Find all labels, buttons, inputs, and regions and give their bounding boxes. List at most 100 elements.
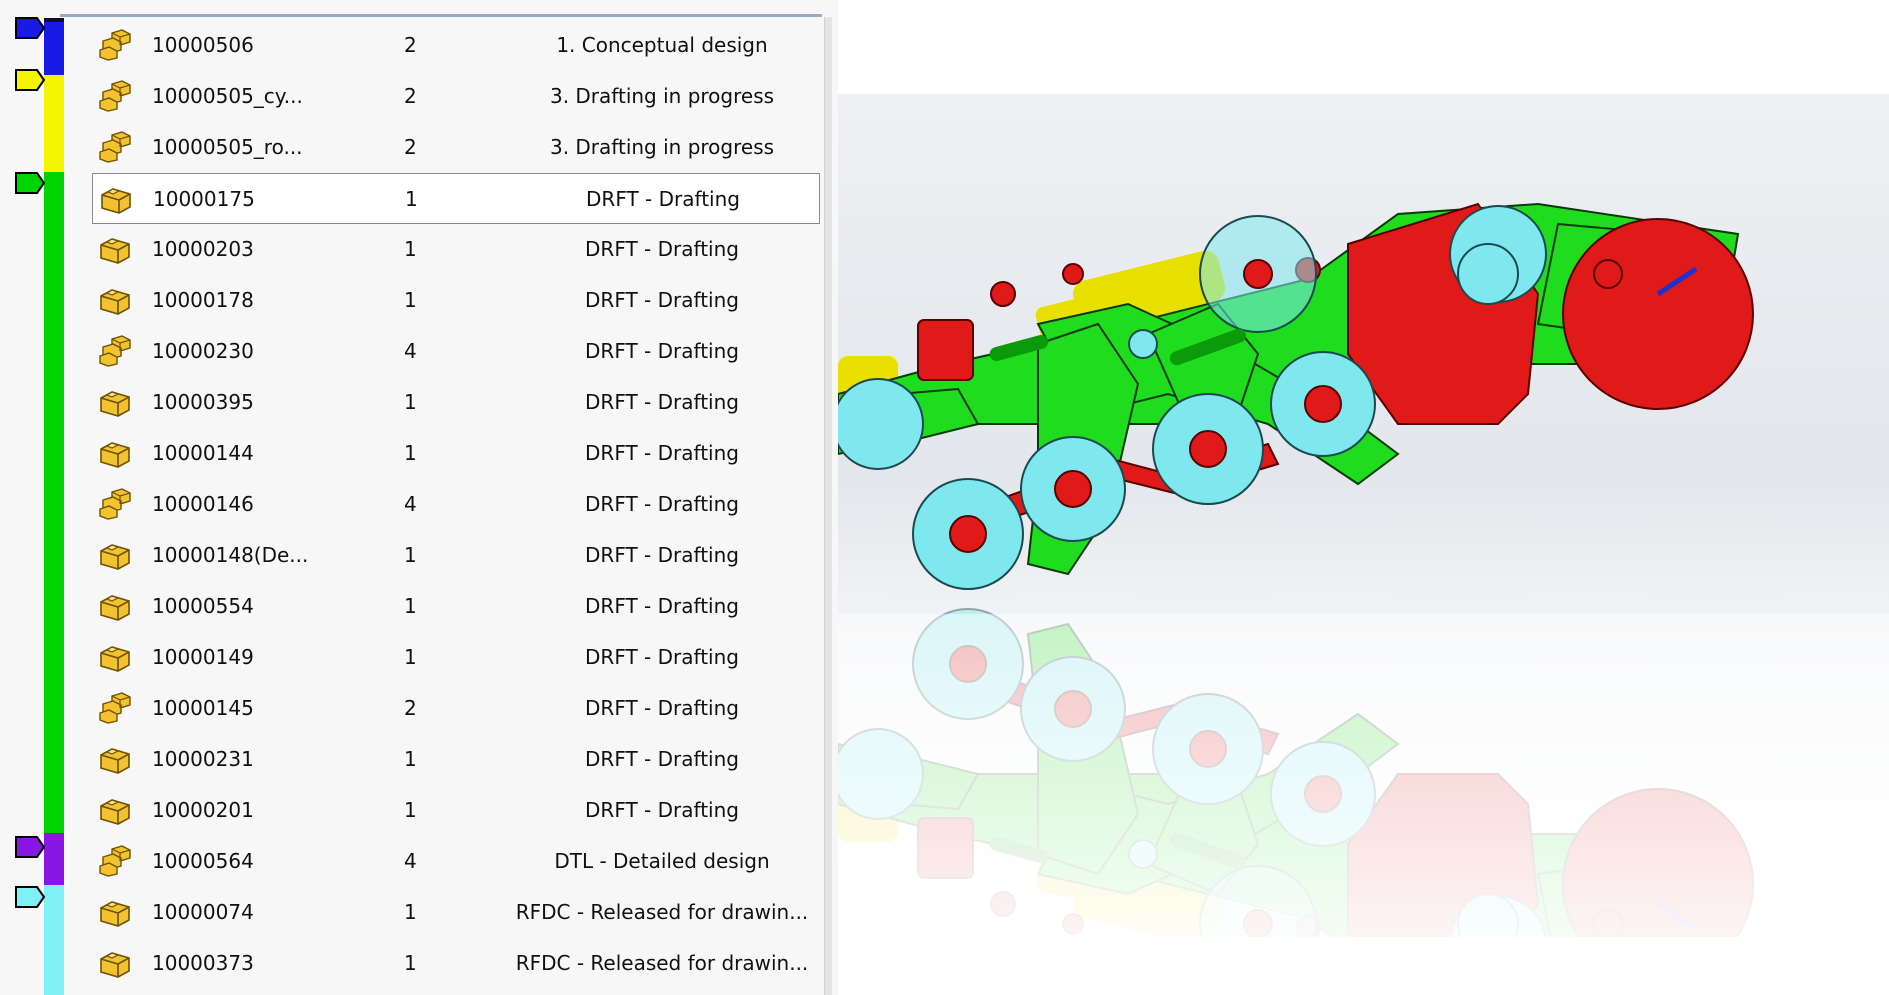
assembly-icon: [98, 845, 132, 877]
file-name: 10000145: [152, 696, 254, 720]
file-quantity: 1: [404, 543, 417, 567]
assembly-icon: [98, 131, 132, 163]
part-icon: [98, 896, 132, 928]
file-row[interactable]: 10000146 4 DRFT - Drafting: [92, 479, 820, 530]
assembly-icon: [98, 692, 132, 724]
conceptual-state-flag-icon[interactable]: [15, 17, 45, 39]
part-icon: [98, 590, 132, 622]
file-row[interactable]: 10000231 1 DRFT - Drafting: [92, 734, 820, 785]
assembly-icon: [98, 29, 132, 61]
part-icon: [99, 183, 133, 215]
mechanism-assembly: [838, 202, 1754, 590]
file-row[interactable]: 10000506 2 1. Conceptual design: [92, 20, 820, 71]
file-name: 10000505_cy...: [152, 84, 303, 108]
file-quantity: 2: [404, 33, 417, 57]
file-quantity: 1: [404, 237, 417, 261]
workflow-state: DRFT - Drafting: [585, 237, 739, 261]
file-name: 10000146: [152, 492, 254, 516]
file-name: 10000231: [152, 747, 254, 771]
file-quantity: 1: [404, 798, 417, 822]
detailed-state-flag-icon[interactable]: [15, 836, 45, 858]
part-icon: [98, 794, 132, 826]
drafting-state-flag-icon[interactable]: [15, 172, 45, 194]
file-row[interactable]: 10000203 1 DRFT - Drafting: [92, 224, 820, 275]
part-icon: [98, 437, 132, 469]
file-name: 10000230: [152, 339, 254, 363]
file-row[interactable]: 10000178 1 DRFT - Drafting: [92, 275, 820, 326]
workflow-state: RFDC - Released for drawin...: [515, 900, 809, 924]
released-state-segment: [44, 885, 64, 995]
file-name: 10000506: [152, 33, 254, 57]
file-row[interactable]: 10000554 1 DRFT - Drafting: [92, 581, 820, 632]
workflow-state: 1. Conceptual design: [556, 33, 768, 57]
workflow-state: DTL - Detailed design: [554, 849, 770, 873]
file-row[interactable]: 10000505_cy... 2 3. Drafting in progress: [92, 71, 820, 122]
file-row[interactable]: 10000201 1 DRFT - Drafting: [92, 785, 820, 836]
conceptual-state-segment: [44, 22, 64, 75]
file-quantity: 4: [404, 849, 417, 873]
workflow-state: 3. Drafting in progress: [549, 135, 775, 159]
file-row[interactable]: 10000230 4 DRFT - Drafting: [92, 326, 820, 377]
file-row[interactable]: 10000145 2 DRFT - Drafting: [92, 683, 820, 734]
assembly-icon: [98, 335, 132, 367]
file-row[interactable]: 10000175 1 DRFT - Drafting: [92, 173, 820, 224]
file-row[interactable]: 10000395 1 DRFT - Drafting: [92, 377, 820, 428]
part-icon: [98, 743, 132, 775]
part-icon: [98, 284, 132, 316]
detailed-state-segment: [44, 833, 64, 885]
file-row[interactable]: 10000149 1 DRFT - Drafting: [92, 632, 820, 683]
part-icon: [98, 386, 132, 418]
file-quantity: 1: [404, 951, 417, 975]
released-state-flag-icon[interactable]: [15, 886, 45, 908]
file-row[interactable]: 10000074 1 RFDC - Released for drawin...: [92, 887, 820, 938]
workflow-state: DRFT - Drafting: [585, 543, 739, 567]
file-quantity: 1: [405, 187, 418, 211]
workflow-state: DRFT - Drafting: [585, 492, 739, 516]
workflow-state: 3. Drafting in progress: [549, 84, 775, 108]
file-quantity: 1: [404, 900, 417, 924]
file-quantity: 1: [404, 594, 417, 618]
file-name: 10000203: [152, 237, 254, 261]
workflow-state: DRFT - Drafting: [586, 187, 740, 211]
file-row[interactable]: 10000148(De... 1 DRFT - Drafting: [92, 530, 820, 581]
workflow-state: DRFT - Drafting: [585, 696, 739, 720]
part-icon: [98, 947, 132, 979]
assembly-icon: [98, 80, 132, 112]
3d-model-viewport[interactable]: [838, 94, 1889, 937]
file-quantity: 2: [404, 135, 417, 159]
file-quantity: 1: [404, 747, 417, 771]
part-icon: [98, 641, 132, 673]
file-quantity: 1: [404, 288, 417, 312]
cad-assembly-render: [838, 202, 1889, 937]
file-row[interactable]: 10000144 1 DRFT - Drafting: [92, 428, 820, 479]
file-name: 10000373: [152, 951, 254, 975]
file-quantity: 2: [404, 84, 417, 108]
file-list-panel: 10000506 2 1. Conceptual design 10000505_cy…: [0, 0, 838, 995]
file-name: 10000201: [152, 798, 254, 822]
file-name: 10000074: [152, 900, 254, 924]
file-row[interactable]: 10000505_ro... 2 3. Drafting in progress: [92, 122, 820, 173]
workflow-state-strip: [0, 0, 70, 995]
part-icon: [98, 233, 132, 265]
file-row[interactable]: 10000564 4 DTL - Detailed design: [92, 836, 820, 887]
drafting-in-progress-state-flag-icon[interactable]: [15, 69, 45, 91]
file-name: 10000505_ro...: [152, 135, 303, 159]
workflow-state: DRFT - Drafting: [585, 798, 739, 822]
file-quantity: 2: [404, 696, 417, 720]
workflow-state: DRFT - Drafting: [585, 441, 739, 465]
file-quantity: 1: [404, 645, 417, 669]
drafting-in-progress-state-segment: [44, 75, 64, 172]
file-name: 10000395: [152, 390, 254, 414]
vertical-scrollbar[interactable]: [824, 17, 832, 995]
panel-top-border: [60, 14, 822, 17]
workflow-state: DRFT - Drafting: [585, 594, 739, 618]
file-row[interactable]: 10000373 1 RFDC - Released for drawin...: [92, 938, 820, 989]
file-name: 10000148(De...: [152, 543, 309, 567]
file-name: 10000144: [152, 441, 254, 465]
file-name: 10000175: [153, 187, 255, 211]
file-quantity: 4: [404, 339, 417, 363]
workflow-state: DRFT - Drafting: [585, 288, 739, 312]
workflow-state: DRFT - Drafting: [585, 645, 739, 669]
file-name: 10000564: [152, 849, 254, 873]
file-rows: 10000506 2 1. Conceptual design 10000505_cy…: [92, 20, 820, 989]
